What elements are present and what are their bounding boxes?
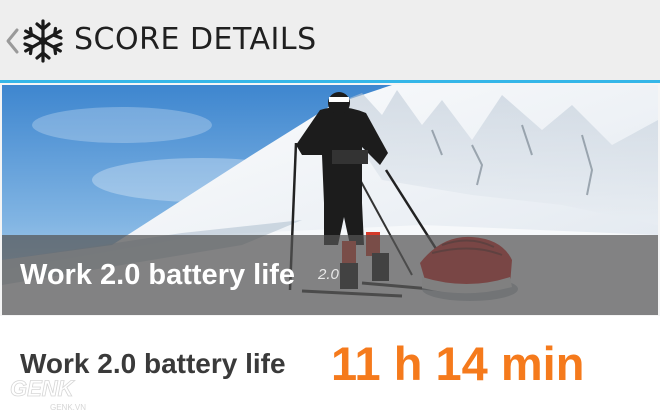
page-title: SCORE DETAILS xyxy=(74,22,317,57)
hero-test-version: 2.0 xyxy=(318,266,339,283)
test-hero-image: Work 2.0 battery life 2.0 xyxy=(2,85,658,315)
chevron-left-icon[interactable] xyxy=(4,24,20,58)
hero-test-name: Work 2.0 battery life xyxy=(20,259,296,291)
snowflake-icon xyxy=(23,19,63,63)
top-bar: SCORE DETAILS xyxy=(0,0,660,83)
result-label: Work 2.0 battery life xyxy=(20,348,286,379)
header-accent-line xyxy=(0,80,660,83)
result-value: 11 h 14 min xyxy=(331,337,585,390)
